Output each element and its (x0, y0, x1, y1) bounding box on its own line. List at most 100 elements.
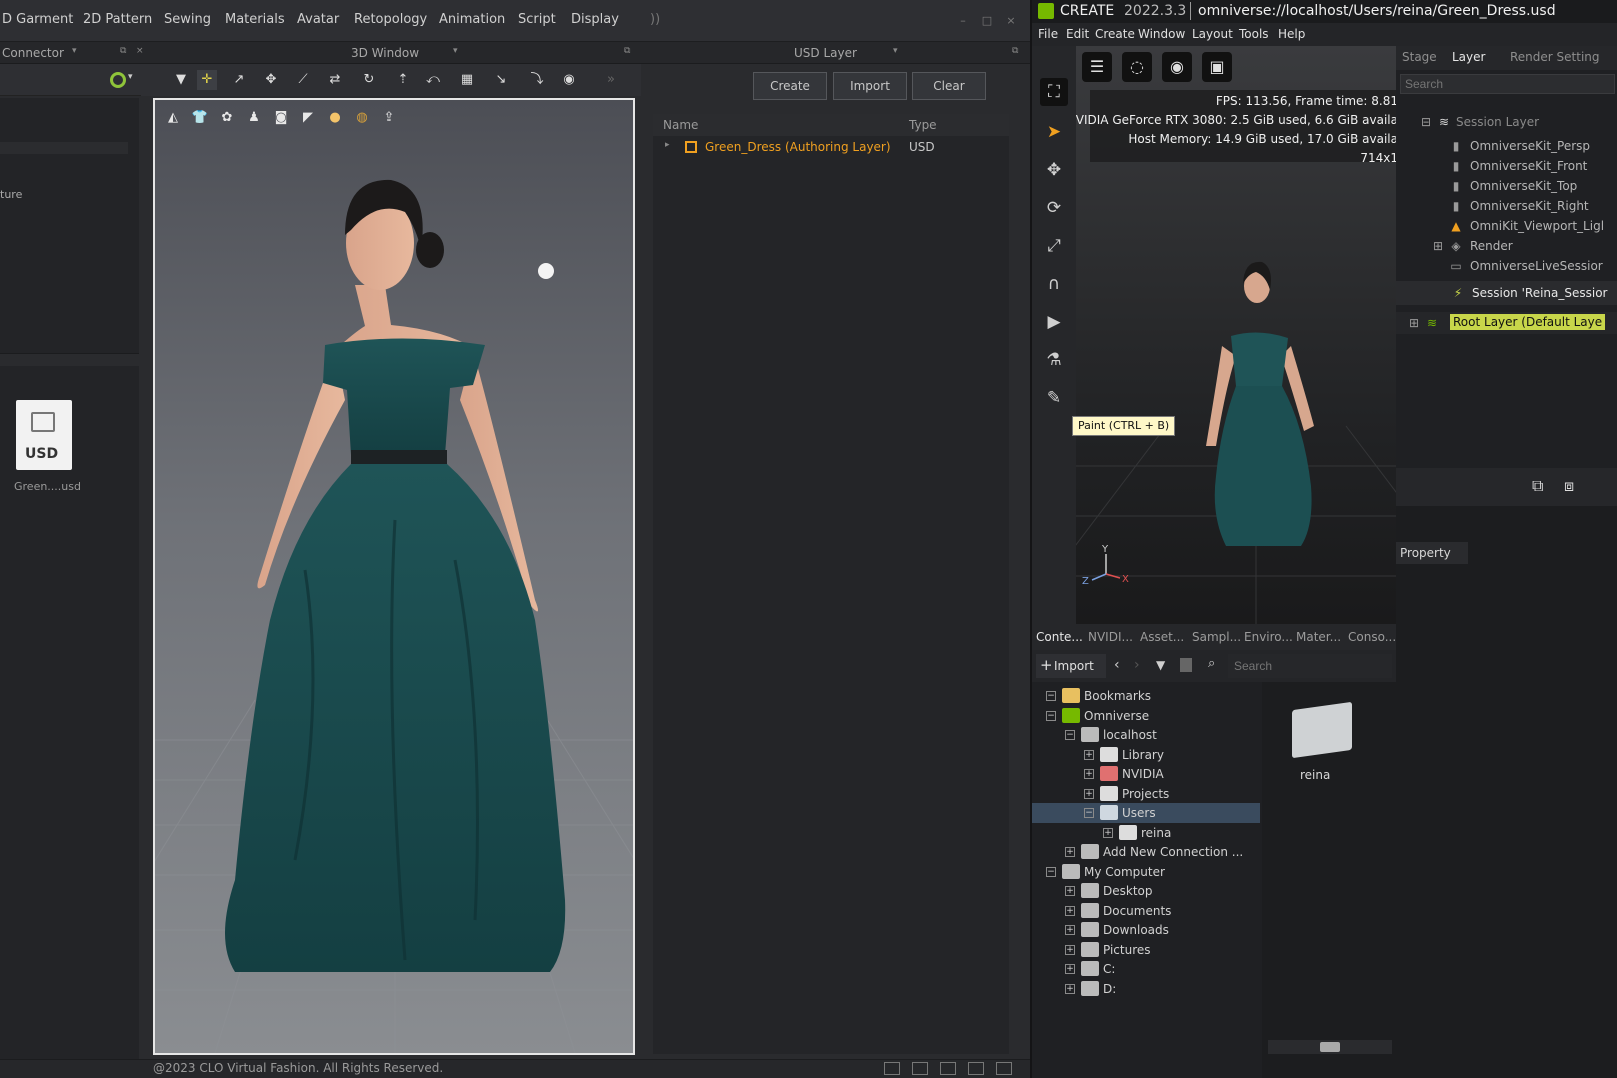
tree-item[interactable]: + Pictures (1032, 940, 1260, 960)
layout-single-icon[interactable] (884, 1062, 900, 1075)
tab-samples[interactable]: Sampl... (1192, 630, 1241, 644)
play-icon[interactable]: ▶ (1040, 308, 1068, 336)
bookmark-icon[interactable] (1180, 658, 1192, 672)
tree-item[interactable]: + D: (1032, 979, 1260, 999)
fold-icon[interactable]: ↻ (359, 70, 379, 90)
collapse-icon[interactable]: − (1065, 730, 1075, 740)
chevron-down-icon[interactable]: ▾ (128, 72, 133, 82)
menu-help[interactable]: Help (1278, 27, 1305, 41)
layer-row-front[interactable]: ▮ OmniverseKit_Front (1396, 156, 1617, 176)
close-icon[interactable]: × (1004, 14, 1018, 28)
tab-console[interactable]: Conso... (1348, 630, 1396, 644)
expand-icon[interactable]: + (1065, 944, 1075, 955)
scale-icon[interactable]: ⤢ (1040, 232, 1068, 260)
menu-materials[interactable]: Materials (225, 12, 285, 27)
select-icon[interactable]: ➤ (1040, 118, 1068, 146)
tree-item[interactable]: + NVIDIA (1032, 764, 1260, 784)
expand-icon[interactable]: + (1084, 788, 1094, 799)
move-icon[interactable]: ✥ (1040, 156, 1068, 184)
tab-content[interactable]: Conte... (1036, 630, 1083, 644)
back-icon[interactable]: ‹ (1114, 657, 1120, 673)
collapse-icon[interactable]: ⊟ (1418, 114, 1434, 130)
content-search-input[interactable] (1228, 654, 1392, 678)
menu-script[interactable]: Script (518, 12, 556, 27)
collapse-icon[interactable]: − (1046, 866, 1056, 877)
import-button[interactable]: Import (833, 72, 907, 100)
collapse-icon[interactable]: − (1046, 691, 1056, 701)
layer-row-render[interactable]: ⊞ ◈ Render (1396, 236, 1617, 256)
tab-layer[interactable]: Layer (1452, 50, 1485, 64)
tree-item[interactable]: + Documents (1032, 901, 1260, 921)
paint-brush-icon[interactable]: ✎ (1040, 384, 1068, 412)
sync-icon[interactable] (110, 72, 126, 88)
insert-layer-icon[interactable]: ⧈ (1564, 476, 1574, 496)
menu-3d-garment[interactable]: D Garment (2, 12, 73, 27)
usd-file-icon[interactable]: USD (16, 400, 72, 470)
tab-stage[interactable]: Stage (1402, 50, 1437, 64)
expand-icon[interactable]: + (1065, 925, 1075, 935)
layout-triple-icon[interactable] (940, 1062, 956, 1075)
menu-tools[interactable]: Tools (1239, 27, 1269, 41)
expand-icon[interactable]: ⊞ (1406, 315, 1422, 331)
expand-icon[interactable]: + (1065, 847, 1075, 857)
layer-row-root[interactable]: ⊞ ≋ Root Layer (Default Laye (1396, 312, 1617, 334)
chevron-right-icon[interactable]: ▸ (665, 140, 670, 150)
list-item-label[interactable]: ture (0, 188, 22, 201)
3d-viewport[interactable]: ◭ 👕 ✿ ♟ ◙ ◤ ● ◍ ⇪ (153, 98, 635, 1055)
column-name[interactable]: Name (663, 118, 698, 132)
layer-row-top[interactable]: ▮ OmniverseKit_Top (1396, 176, 1617, 196)
collapse-icon[interactable]: − (1046, 710, 1056, 721)
expand-icon[interactable]: + (1103, 827, 1113, 838)
layout-custom-icon[interactable] (996, 1062, 1012, 1075)
menu-edit[interactable]: Edit (1066, 27, 1089, 41)
table-row[interactable]: ▸ Green_Dress (Authoring Layer) USD (653, 136, 1009, 158)
expand-icon[interactable]: ⊞ (1430, 238, 1446, 254)
expand-icon[interactable]: + (1065, 886, 1075, 896)
edit-pattern-icon[interactable]: ↗ (229, 70, 249, 90)
garment-icon[interactable]: ✥ (261, 70, 281, 90)
close-icon[interactable]: × (136, 46, 144, 56)
line-tool-icon[interactable]: ⟋ (293, 70, 313, 90)
rotate-icon[interactable]: ⟳ (1040, 194, 1068, 222)
expand-icon[interactable]: + (1084, 749, 1094, 760)
column-type[interactable]: Type (909, 118, 937, 132)
create-button[interactable]: Create (753, 72, 827, 100)
add-layer-icon[interactable]: ⧉ (1532, 476, 1543, 496)
collapse-icon[interactable]: − (1084, 808, 1094, 818)
expand-icon[interactable]: + (1065, 964, 1075, 974)
tree-item[interactable]: + reina (1032, 823, 1260, 843)
list-item[interactable] (0, 142, 128, 154)
expand-icon[interactable]: + (1065, 983, 1075, 994)
grid-tool-icon[interactable]: ▦ (457, 70, 477, 90)
layout-quad-icon[interactable] (968, 1062, 984, 1075)
ov-viewport[interactable]: ☰ ◌ ◉ ▣ FPS: 113.56, Frame time: 8.81 NV… (1076, 46, 1436, 624)
tree-item[interactable]: − Omniverse (1032, 706, 1260, 726)
menu-overflow[interactable]: )) (650, 12, 660, 27)
menu-2d-pattern[interactable]: 2D Pattern (83, 12, 152, 27)
folder-icon[interactable] (1292, 701, 1352, 759)
layer-row-live-session[interactable]: ▭ OmniverseLiveSessior (1396, 256, 1617, 276)
tree-item[interactable]: − Users (1032, 803, 1260, 823)
tree-item[interactable]: − Bookmarks (1032, 686, 1260, 706)
layer-row-right[interactable]: ▮ OmniverseKit_Right (1396, 196, 1617, 216)
filter-icon[interactable]: ▼ (1156, 658, 1165, 672)
tab-assets[interactable]: Asset... (1140, 630, 1184, 644)
layer-row-reina-session[interactable]: ⚡ Session 'Reina_Sessior (1396, 281, 1617, 305)
tree-item[interactable]: + Projects (1032, 784, 1260, 804)
transform-icon[interactable]: ⇄ (325, 70, 345, 90)
forward-icon[interactable]: › (1134, 657, 1140, 673)
measure-icon[interactable]: ↘ (491, 70, 511, 90)
tree-item[interactable]: + Desktop (1032, 881, 1260, 901)
tree-item[interactable]: − My Computer (1032, 862, 1260, 882)
overflow-icon[interactable]: » (601, 70, 621, 90)
import-button[interactable]: + Import (1036, 654, 1106, 678)
scrollbar-thumb[interactable] (1320, 1042, 1340, 1052)
tree-item[interactable]: + Add New Connection ... (1032, 842, 1260, 862)
menu-window[interactable]: Window (1138, 27, 1185, 41)
layout-split-icon[interactable] (912, 1062, 928, 1075)
pin-icon[interactable]: ⇡ (393, 70, 413, 90)
property-tab[interactable]: Property (1396, 542, 1468, 564)
tree-item[interactable]: + Downloads (1032, 920, 1260, 940)
tree-item[interactable]: + C: (1032, 959, 1260, 979)
tree-item[interactable]: + Library (1032, 745, 1260, 765)
